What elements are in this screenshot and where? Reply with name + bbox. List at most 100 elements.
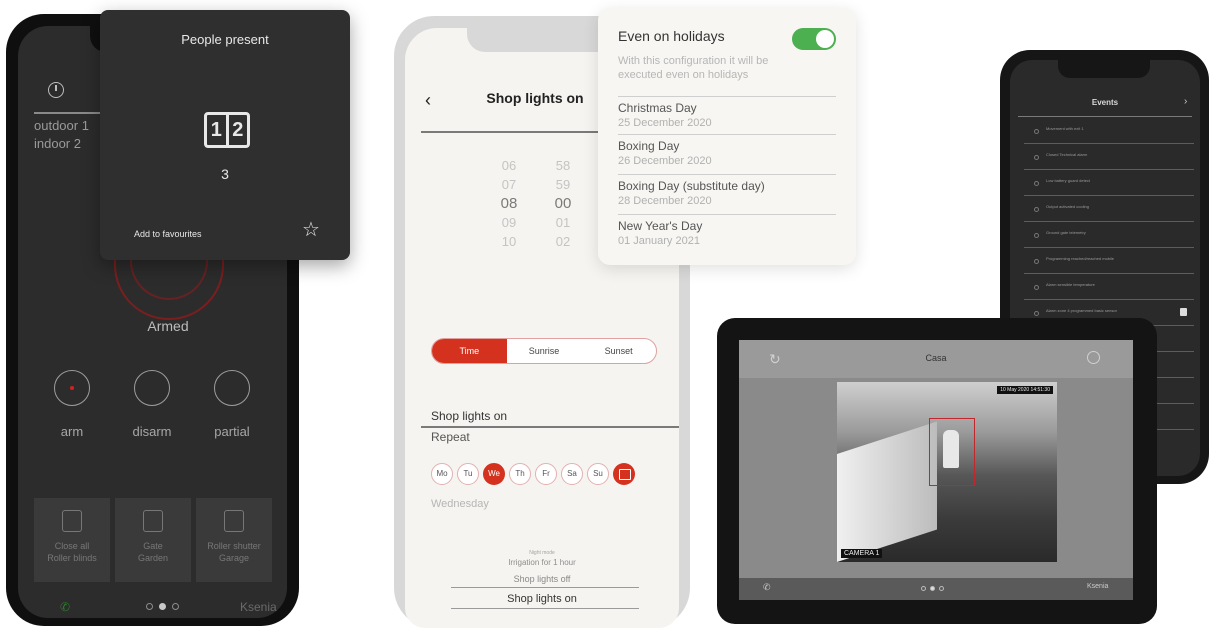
- people-count: 3: [221, 166, 229, 182]
- brand-logo: Ksenia: [240, 600, 277, 614]
- camera-label: CAMERA 1: [841, 549, 883, 558]
- star-icon[interactable]: ☆: [302, 220, 320, 240]
- people-present-card: People present 1 2 3 Add to favourites ☆: [100, 10, 350, 260]
- calendar-icon[interactable]: [613, 463, 635, 485]
- event-text: Alarm zone 4 programmed basic sensor: [1046, 308, 1117, 313]
- picker-option[interactable]: 09: [489, 213, 529, 232]
- holiday-item[interactable]: Boxing Day 26 December 2020: [618, 134, 836, 167]
- event-row[interactable]: Ground gate telemetry: [1024, 224, 1194, 248]
- disarm-button[interactable]: [134, 370, 170, 406]
- page-indicator: [146, 603, 179, 610]
- day-saturday[interactable]: Sa: [561, 463, 583, 485]
- holidays-toggle[interactable]: [792, 28, 836, 50]
- tablet-screen: ↻ Casa 10 May 2020 14:51:30 CAMERA 1 ✆ K…: [739, 340, 1133, 600]
- tile-gate-garden[interactable]: Gate Garden: [115, 498, 191, 582]
- scenario-name-field[interactable]: Shop lights on: [431, 409, 507, 423]
- day-wednesday[interactable]: We: [483, 463, 505, 485]
- event-icon: [1034, 129, 1039, 134]
- camera-timestamp: 10 May 2020 14:51:30: [997, 386, 1053, 394]
- event-row[interactable]: Movement with exit 1: [1024, 120, 1194, 144]
- tile-roller-shutter[interactable]: Roller shutter Garage: [196, 498, 272, 582]
- picker-option[interactable]: 10: [489, 232, 529, 251]
- picker-option[interactable]: 02: [543, 232, 583, 251]
- picker-selected[interactable]: 08: [489, 194, 529, 213]
- marketing-stage: outdoor 1 indoor 2 Armed arm disarm part…: [0, 0, 1209, 628]
- tablet-footer: ✆ Ksenia: [739, 578, 1133, 600]
- event-row[interactable]: Low battery guard detect: [1024, 172, 1194, 196]
- holiday-item[interactable]: New Year's Day 01 January 2021: [618, 214, 836, 247]
- add-to-favourites-label[interactable]: Add to favourites: [134, 229, 202, 239]
- disarm-label: disarm: [132, 424, 172, 439]
- event-row[interactable]: Programming reached/reached mobile: [1024, 250, 1194, 274]
- picker-option[interactable]: 01: [543, 213, 583, 232]
- tile-roller-blinds[interactable]: Close all Roller blinds: [34, 498, 110, 582]
- holiday-item[interactable]: Christmas Day 25 December 2020: [618, 96, 836, 129]
- event-icon: [1034, 155, 1039, 160]
- scenario-irrigation[interactable]: Irrigation for 1 hour: [405, 558, 679, 567]
- name-underline: [421, 426, 679, 428]
- picker-option[interactable]: 06: [489, 156, 529, 175]
- holidays-card: Even on holidays With this configuration…: [598, 8, 856, 265]
- gate-icon: [143, 510, 163, 532]
- scenario-lights-off[interactable]: Shop lights off: [405, 574, 679, 584]
- arm-button[interactable]: [54, 370, 90, 406]
- title-divider: [421, 131, 621, 133]
- picker-option[interactable]: 58: [543, 156, 583, 175]
- holiday-item[interactable]: Boxing Day (substitute day) 28 December …: [618, 174, 836, 207]
- picker-option[interactable]: 59: [543, 175, 583, 194]
- event-row[interactable]: Closed Technical alarm: [1024, 146, 1194, 170]
- page-dot[interactable]: [921, 586, 926, 591]
- day-sunday[interactable]: Su: [587, 463, 609, 485]
- event-icon: [1034, 233, 1039, 238]
- counter-digit: 1: [210, 119, 222, 141]
- clock-icon[interactable]: [48, 82, 64, 98]
- day-monday[interactable]: Mo: [431, 463, 453, 485]
- event-icon: [1034, 311, 1039, 316]
- list-divider: [451, 608, 639, 609]
- day-selector: Mo Tu We Th Fr Sa Su: [431, 463, 635, 485]
- page-dot-active[interactable]: [159, 603, 166, 610]
- list-divider: [451, 587, 639, 588]
- phone-notch: [1058, 60, 1150, 78]
- page-dot[interactable]: [939, 586, 944, 591]
- event-icon: [1034, 259, 1039, 264]
- day-tuesday[interactable]: Tu: [457, 463, 479, 485]
- event-row[interactable]: Output activated cooling: [1024, 198, 1194, 222]
- event-text: Ground gate telemetry: [1046, 230, 1086, 235]
- power-icon[interactable]: [1087, 351, 1100, 364]
- page-dot-active[interactable]: [930, 586, 935, 591]
- tablet-device: ↻ Casa 10 May 2020 14:51:30 CAMERA 1 ✆ K…: [717, 318, 1157, 624]
- event-text: Closed Technical alarm: [1046, 152, 1088, 157]
- phone-icon[interactable]: ✆: [763, 582, 771, 593]
- holiday-name: Christmas Day: [618, 101, 697, 115]
- event-icon: [1034, 285, 1039, 290]
- page-dot[interactable]: [172, 603, 179, 610]
- event-text: Movement with exit 1: [1046, 126, 1084, 131]
- segment-sunset[interactable]: Sunset: [581, 339, 656, 363]
- minute-picker[interactable]: 58 59 00 01 02: [543, 156, 583, 251]
- segment-sunrise[interactable]: Sunrise: [507, 339, 582, 363]
- day-thursday[interactable]: Th: [509, 463, 531, 485]
- page-dot[interactable]: [146, 603, 153, 610]
- holiday-name: Boxing Day: [618, 139, 680, 153]
- camera-feed[interactable]: 10 May 2020 14:51:30 CAMERA 1: [837, 382, 1057, 562]
- phone-icon[interactable]: ✆: [60, 600, 70, 614]
- event-row[interactable]: Alarm sensible temperature: [1024, 276, 1194, 300]
- picker-option[interactable]: 07: [489, 175, 529, 194]
- holidays-title: Even on holidays: [618, 28, 725, 44]
- scenario-lights-on[interactable]: Shop lights on: [405, 593, 679, 605]
- holiday-name: Boxing Day (substitute day): [618, 179, 765, 193]
- tablet-title: Casa: [925, 353, 947, 363]
- document-icon[interactable]: [1180, 308, 1187, 316]
- hour-picker[interactable]: 06 07 08 09 10: [489, 156, 529, 251]
- toggle-knob: [816, 30, 834, 48]
- tablet-header: ↻ Casa: [739, 340, 1133, 378]
- segment-time[interactable]: Time: [432, 339, 507, 363]
- chevron-right-icon[interactable]: ›: [1184, 96, 1187, 107]
- picker-selected[interactable]: 00: [543, 194, 583, 213]
- holiday-date: 28 December 2020: [618, 195, 712, 207]
- partial-button[interactable]: [214, 370, 250, 406]
- brand-logo: Ksenia: [1087, 583, 1109, 590]
- event-text: Alarm sensible temperature: [1046, 282, 1095, 287]
- day-friday[interactable]: Fr: [535, 463, 557, 485]
